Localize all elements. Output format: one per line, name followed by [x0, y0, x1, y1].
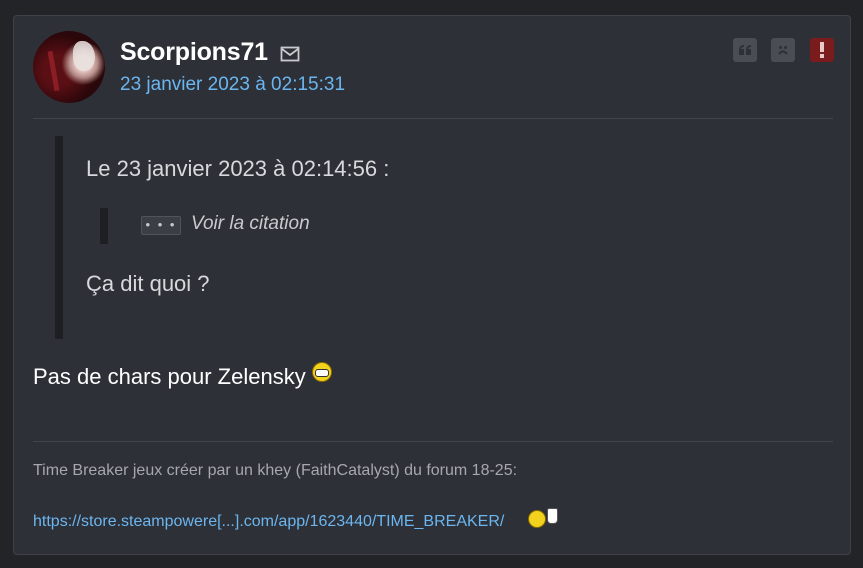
view-quote-link[interactable]: Voir la citation: [191, 213, 310, 235]
nested-quote: • • • Voir la citation: [100, 208, 310, 244]
quote-header: Le 23 janvier 2023 à 02:14:56 :: [86, 156, 390, 181]
signature-divider: [33, 441, 833, 442]
cool-smiley-icon: [311, 362, 332, 382]
sad-face-icon: [778, 46, 788, 55]
post-date-link[interactable]: 23 janvier 2023 à 02:15:31: [120, 74, 345, 96]
mail-icon[interactable]: [280, 46, 300, 62]
avatar-detail: [73, 41, 95, 71]
quote-button[interactable]: [733, 38, 757, 62]
expand-quote-button[interactable]: • • •: [141, 216, 181, 235]
kick-button[interactable]: [771, 38, 795, 62]
exclamation-icon: [820, 42, 824, 58]
coffee-smiley-icon: [528, 506, 558, 530]
report-button[interactable]: [810, 38, 834, 62]
quote-icon: [739, 45, 751, 55]
header-divider: [33, 118, 833, 119]
avatar[interactable]: [33, 31, 105, 103]
signature-text: Time Breaker jeux créer par un khey (Fai…: [33, 462, 518, 479]
quote-text: Ça dit quoi ?: [86, 271, 210, 296]
blockquote: Le 23 janvier 2023 à 02:14:56 : • • • Vo…: [55, 136, 823, 339]
message-text: Pas de chars pour Zelensky: [33, 364, 306, 389]
avatar-detail: [47, 50, 60, 92]
signature-link[interactable]: https://store.steampowere[...].com/app/1…: [33, 513, 504, 531]
author-name[interactable]: Scorpions71: [120, 38, 268, 67]
message-body: Pas de chars pour Zelensky: [33, 362, 332, 390]
forum-post: Scorpions71 23 janvier 2023 à 02:15:31 L…: [13, 15, 851, 555]
